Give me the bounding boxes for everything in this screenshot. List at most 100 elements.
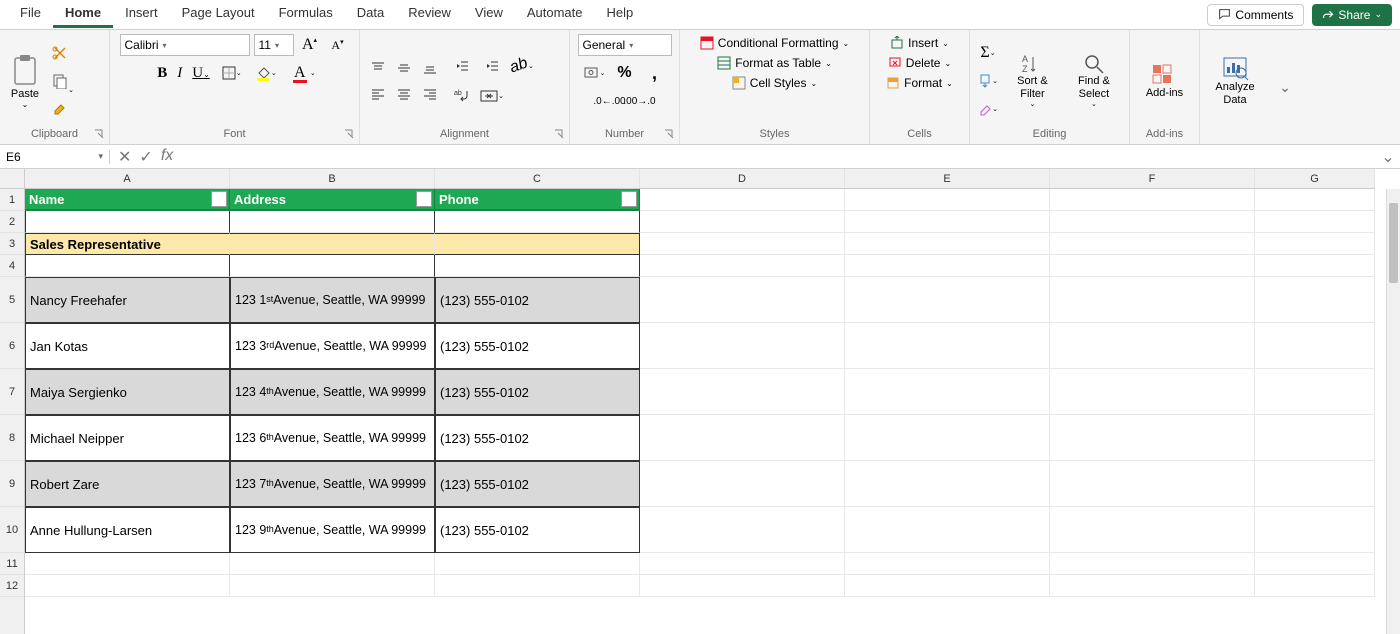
table-header-name[interactable]: Name▾ <box>25 189 230 211</box>
cell[interactable] <box>1255 189 1375 211</box>
cell-name[interactable]: Robert Zare <box>25 461 230 507</box>
cell[interactable] <box>640 323 845 369</box>
comma-button[interactable]: , <box>643 62 667 84</box>
cell-phone[interactable]: (123) 555-0102 <box>435 277 640 323</box>
delete-cells-button[interactable]: Delete⌄ <box>888 56 951 70</box>
cell[interactable] <box>845 323 1050 369</box>
table-header-address[interactable]: Address▾ <box>230 189 435 211</box>
cancel-formula-button[interactable]: ✕ <box>118 147 131 167</box>
cell[interactable] <box>230 575 435 597</box>
select-all-corner[interactable] <box>0 169 25 189</box>
column-header[interactable]: A <box>25 169 230 188</box>
cell[interactable] <box>1050 255 1255 277</box>
cell[interactable] <box>1255 323 1375 369</box>
filter-button[interactable]: ▾ <box>621 191 637 207</box>
section-header-cell[interactable]: Sales Representative <box>25 233 230 255</box>
cell-styles-button[interactable]: Cell Styles⌄ <box>732 76 817 90</box>
cell[interactable] <box>1050 277 1255 323</box>
cell[interactable] <box>845 189 1050 211</box>
cell[interactable] <box>640 211 845 233</box>
cell-address[interactable]: 123 4th Avenue, Seattle, WA 99999 <box>230 369 435 415</box>
cell[interactable] <box>845 277 1050 323</box>
cell[interactable] <box>640 369 845 415</box>
row-header[interactable]: 3 <box>0 233 24 255</box>
row-header[interactable]: 11 <box>0 553 24 575</box>
decrease-decimal-button[interactable]: .00→.0 <box>628 90 652 112</box>
cell[interactable] <box>25 553 230 575</box>
clipboard-dialog-launcher[interactable] <box>93 128 105 140</box>
number-dialog-launcher[interactable] <box>663 128 675 140</box>
analyze-data-button[interactable]: Analyze Data <box>1206 55 1264 107</box>
tab-view[interactable]: View <box>463 1 515 28</box>
cell-phone[interactable]: (123) 555-0102 <box>435 507 640 553</box>
cell[interactable] <box>845 461 1050 507</box>
tab-review[interactable]: Review <box>396 1 463 28</box>
align-top-button[interactable] <box>366 57 390 79</box>
copy-button[interactable]: ⌄ <box>48 70 72 92</box>
align-middle-button[interactable] <box>392 57 416 79</box>
font-color-button[interactable]: A⌄ <box>288 62 312 84</box>
cell-address[interactable]: 123 1st Avenue, Seattle, WA 99999 <box>230 277 435 323</box>
cell[interactable] <box>435 211 640 233</box>
scrollbar-thumb[interactable] <box>1389 203 1398 283</box>
cell[interactable] <box>845 415 1050 461</box>
underline-button[interactable]: U⌄ <box>192 65 210 82</box>
fill-color-button[interactable]: ⌄ <box>254 62 278 84</box>
filter-button[interactable]: ▾ <box>416 191 432 207</box>
cell[interactable] <box>845 575 1050 597</box>
cell[interactable] <box>1050 233 1255 255</box>
cell[interactable] <box>435 233 640 255</box>
cell[interactable] <box>845 211 1050 233</box>
cell[interactable] <box>845 369 1050 415</box>
cell[interactable] <box>1255 461 1375 507</box>
cell[interactable] <box>25 211 230 233</box>
cell[interactable] <box>1050 415 1255 461</box>
cell[interactable] <box>845 233 1050 255</box>
cell[interactable] <box>1255 255 1375 277</box>
cell[interactable] <box>1255 415 1375 461</box>
orientation-button[interactable]: ab⌄ <box>510 55 534 77</box>
cell[interactable] <box>230 255 435 277</box>
cell[interactable] <box>1255 277 1375 323</box>
cell[interactable] <box>435 255 640 277</box>
bold-button[interactable]: B <box>157 65 167 82</box>
cell[interactable] <box>1050 507 1255 553</box>
filter-button[interactable]: ▾ <box>211 191 227 207</box>
clear-button[interactable]: ⌄ <box>976 98 1000 120</box>
cell[interactable] <box>1255 575 1375 597</box>
comments-button[interactable]: Comments <box>1207 4 1304 26</box>
italic-button[interactable]: I <box>177 65 182 82</box>
cell[interactable] <box>845 553 1050 575</box>
expand-formula-bar-button[interactable]: ⌄ <box>1376 147 1400 167</box>
cell[interactable] <box>640 461 845 507</box>
cell[interactable] <box>1050 211 1255 233</box>
increase-decimal-button[interactable]: .0←.00 <box>598 90 622 112</box>
cell[interactable] <box>1255 553 1375 575</box>
cell[interactable] <box>1255 211 1375 233</box>
merge-button[interactable]: ⌄ <box>480 85 504 107</box>
insert-cells-button[interactable]: Insert⌄ <box>890 36 949 50</box>
cell-phone[interactable]: (123) 555-0102 <box>435 461 640 507</box>
fx-button[interactable]: fx <box>161 147 173 167</box>
cell-name[interactable]: Maiya Sergienko <box>25 369 230 415</box>
cell[interactable] <box>230 553 435 575</box>
row-header[interactable]: 4 <box>0 255 24 277</box>
cut-button[interactable] <box>48 42 72 64</box>
collapse-ribbon-button[interactable]: ⌄ <box>1270 30 1300 144</box>
cell[interactable] <box>640 507 845 553</box>
column-header[interactable]: B <box>230 169 435 188</box>
tab-insert[interactable]: Insert <box>113 1 170 28</box>
align-center-button[interactable] <box>392 83 416 105</box>
addins-button[interactable]: Add-ins <box>1140 61 1189 100</box>
tab-automate[interactable]: Automate <box>515 1 595 28</box>
row-header[interactable]: 8 <box>0 415 24 461</box>
autosum-button[interactable]: Σ⌄ <box>976 42 1000 64</box>
column-header[interactable]: E <box>845 169 1050 188</box>
format-cells-button[interactable]: Format⌄ <box>886 76 953 90</box>
column-header[interactable]: C <box>435 169 640 188</box>
borders-button[interactable]: ⌄ <box>220 62 244 84</box>
tab-page-layout[interactable]: Page Layout <box>170 1 267 28</box>
cell[interactable] <box>640 255 845 277</box>
name-box[interactable]: E6▾ <box>0 150 110 164</box>
column-header[interactable]: F <box>1050 169 1255 188</box>
